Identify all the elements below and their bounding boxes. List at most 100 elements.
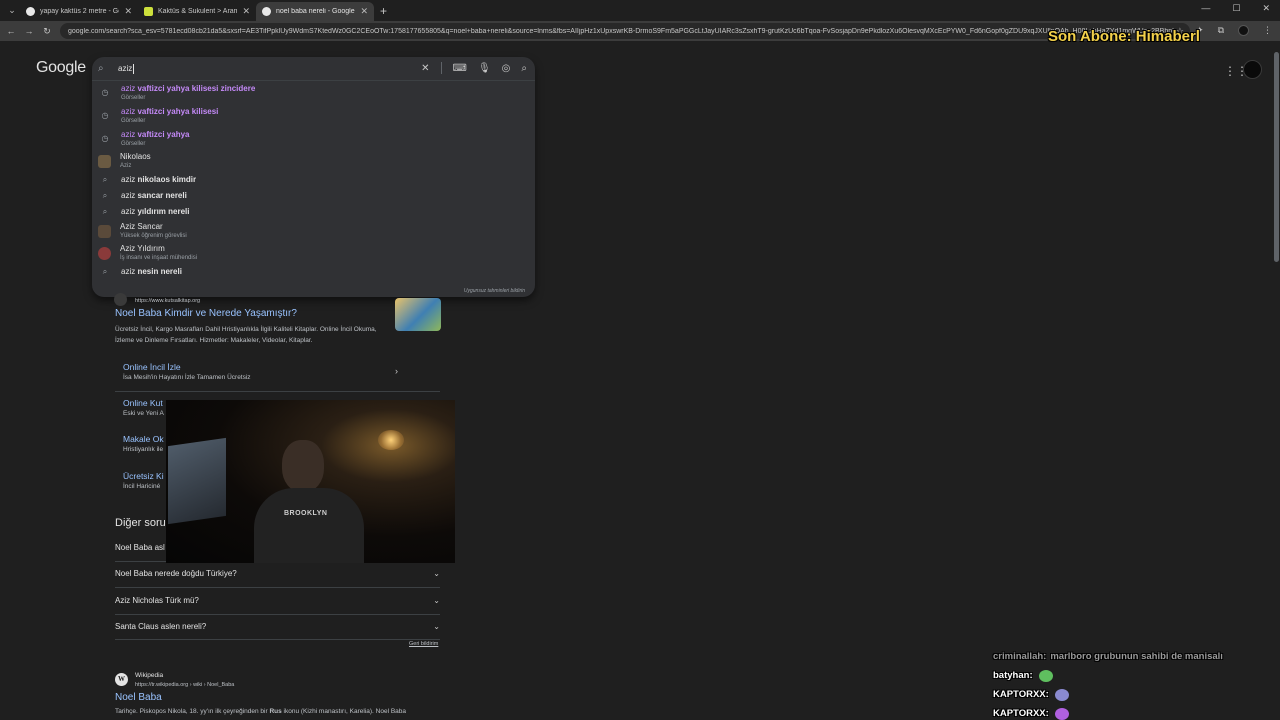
suggestion-label: aziz nikolaos kimdir <box>121 175 197 184</box>
paa-question[interactable]: Noel Baba nerede doğdu Türkiye? ⌄ <box>115 569 440 578</box>
microphone-icon[interactable]: 🎙 <box>478 63 491 74</box>
sitelink-title[interactable]: Ücretsiz Ki <box>123 471 164 481</box>
wikipedia-favicon-icon: W <box>115 673 128 686</box>
new-tab-icon[interactable]: + <box>380 4 387 18</box>
suggestion-item[interactable]: Aziz Sancar Yüksek öğrenim görevlisi <box>92 220 535 242</box>
lens-camera-icon[interactable]: ◎ <box>502 63 511 74</box>
streamer-body <box>254 488 364 563</box>
result-title-link[interactable]: Noel Baba <box>115 692 162 703</box>
search-input[interactable]: aziz <box>118 63 135 74</box>
emote-icon <box>1038 669 1053 682</box>
suggestion-label: Nikolaos <box>120 152 151 161</box>
result-site-name[interactable]: Wikipedia <box>135 672 163 679</box>
extensions-puzzle-icon[interactable]: ⧉ <box>1218 25 1224 36</box>
sitelink-title[interactable]: Online Kut <box>123 398 164 408</box>
chat-text: marlboro grubunun sahibi de manisalı <box>1050 651 1223 662</box>
result-thumbnail[interactable] <box>395 298 441 331</box>
suggestion-text: aziz yıldırım nereli <box>121 207 189 217</box>
tab-search-icon[interactable]: ⌄ <box>4 3 20 19</box>
paa-question[interactable]: Aziz Nicholas Türk mü? ⌄ <box>115 596 440 605</box>
tab-1[interactable]: yapay kaktüs 2 metre - Google'da Ara ✕ <box>20 2 138 21</box>
suggestion-list: ◷ aziz vaftizci yahya kilisesi zincidere G… <box>92 81 535 280</box>
search-icon: ⌕ <box>102 267 108 276</box>
feedback-link[interactable]: Geri bildirim <box>409 641 438 647</box>
chat-username: KAPTORXX <box>993 708 1046 719</box>
history-icon: ◷ <box>101 88 109 97</box>
divider <box>115 391 440 392</box>
suggestion-item[interactable]: Nikolaos Aziz <box>92 150 535 172</box>
chevron-down-icon[interactable]: ⌄ <box>433 622 440 631</box>
tab-3-active[interactable]: noel baba nereli - Google'da Ara ✕ <box>256 2 374 21</box>
address-bar[interactable]: google.com/search?sca_esv=5781ecd08cb21d… <box>60 23 1190 39</box>
site-favicon-icon <box>114 293 127 306</box>
search-icon: ⌕ <box>102 191 108 200</box>
paa-question[interactable]: Santa Claus aslen nereli? ⌄ <box>115 622 440 631</box>
chevron-down-icon[interactable]: ⌄ <box>433 569 440 578</box>
clear-icon[interactable]: ✕ <box>421 63 429 74</box>
result-url[interactable]: https://tr.wikipedia.org › wiki › Noel_B… <box>135 682 234 688</box>
keyboard-icon[interactable]: ⌨ <box>453 63 467 74</box>
profile-icon[interactable] <box>1238 25 1249 36</box>
suggestion-sublabel: Görseller <box>121 117 146 124</box>
menu-kebab-icon[interactable]: ⋮ <box>1263 25 1272 36</box>
suggestion-item[interactable]: Aziz Yıldırım İş insanı ve inşaat mühendi… <box>92 242 535 264</box>
site-favicon-icon <box>144 7 153 16</box>
history-icon: ◷ <box>101 111 109 120</box>
divider <box>115 639 440 640</box>
google-logo[interactable]: Google <box>36 59 86 77</box>
chevron-down-icon[interactable]: ⌄ <box>433 596 440 605</box>
reload-icon[interactable]: ↻ <box>40 26 54 37</box>
forward-icon[interactable]: → <box>22 26 36 36</box>
tab-2[interactable]: Kaktüs & Sukulent > Arama Sonuçları ✕ <box>138 2 256 21</box>
chat-message: batyhan : <box>993 666 1280 685</box>
suggestion-item[interactable]: ⌕ aziz yıldırım nereli <box>92 204 535 220</box>
suggestion-thumbnail <box>98 246 111 260</box>
suggestion-item[interactable]: ◷ aziz vaftizci yahya kilisesi Görseller <box>92 104 535 127</box>
result-title-link[interactable]: Noel Baba Kimdir ve Nerede Yaşamıştır? <box>115 308 297 319</box>
chat-message: KAPTORXX : <box>993 685 1280 704</box>
minimize-icon[interactable]: — <box>1201 3 1210 14</box>
suggestion-label: Aziz Yıldırım <box>120 244 165 253</box>
divider <box>115 587 440 588</box>
lamp-glow <box>378 430 404 450</box>
suggestion-item[interactable]: ⌕ aziz sancar nereli <box>92 188 535 204</box>
suggestion-sublabel: Aziz <box>120 163 132 169</box>
streamer-head <box>282 440 324 492</box>
sitelink-desc: İncil Hariciné <box>123 483 161 490</box>
suggestion-item[interactable]: ◷ aziz vaftizci yahya Görseller <box>92 127 535 150</box>
suggestion-item[interactable]: ⌕ aziz nesin nereli <box>92 264 535 280</box>
suggestion-label: aziz vaftizci yahya kilisesi zincidere <box>121 83 256 93</box>
sitelink-title[interactable]: Online İncil İzle <box>123 362 251 372</box>
close-tab-icon[interactable]: ✕ <box>124 6 132 17</box>
chat-username: criminallah <box>993 651 1044 662</box>
back-icon[interactable]: ← <box>4 26 18 36</box>
tab-title: yapay kaktüs 2 metre - Google'da Ara <box>40 8 119 15</box>
suggestion-label: aziz nesin nereli <box>121 267 182 276</box>
url-text[interactable]: google.com/search?sca_esv=5781ecd08cb21d… <box>68 28 1176 35</box>
scrollbar-thumb[interactable] <box>1274 52 1279 262</box>
suggestion-sublabel: Görseller <box>121 94 146 101</box>
suggestion-item[interactable]: ⌕ aziz nikolaos kimdir <box>92 172 535 188</box>
search-box[interactable]: ⌕ aziz ✕ ⌨ 🎙 ◎ ⌕ <box>92 57 535 81</box>
suggestion-text: Nikolaos Aziz <box>120 152 151 170</box>
account-avatar[interactable] <box>1243 60 1262 79</box>
sitelink-title[interactable]: Makale Ok <box>123 434 164 444</box>
sitelink[interactable]: Makale Ok Hristiyanlık ile <box>123 434 164 453</box>
close-tab-icon[interactable]: ✕ <box>360 6 368 17</box>
report-predictions-link[interactable]: Uygunsuz tahminleri bildirin <box>464 288 525 294</box>
sitelink[interactable]: Online Kut Eski ve Yeni A <box>123 398 164 417</box>
search-submit-icon[interactable]: ⌕ <box>521 63 527 74</box>
close-tab-icon[interactable]: ✕ <box>242 6 250 17</box>
suggestion-item[interactable]: ◷ aziz vaftizci yahya kilisesi zincidere G… <box>92 81 535 104</box>
suggestion-text: aziz vaftizci yahya Görseller <box>121 130 189 148</box>
window-controls: — ☐ ✕ <box>1201 3 1270 14</box>
result-url[interactable]: https://www.kutsalkitap.org <box>135 298 200 304</box>
chevron-right-icon[interactable]: › <box>395 366 398 376</box>
sitelink[interactable]: Ücretsiz Ki İncil Hariciné <box>123 471 164 490</box>
search-icon: ⌕ <box>102 207 108 216</box>
sitelink-desc: İsa Mesih'in Hayatını İzle Tamamen Ücret… <box>123 374 251 381</box>
tab-title: Kaktüs & Sukulent > Arama Sonuçları <box>158 8 238 15</box>
maximize-icon[interactable]: ☐ <box>1232 3 1240 14</box>
sitelink[interactable]: Online İncil İzle İsa Mesih'in Hayatını … <box>123 362 251 381</box>
close-window-icon[interactable]: ✕ <box>1262 3 1270 14</box>
